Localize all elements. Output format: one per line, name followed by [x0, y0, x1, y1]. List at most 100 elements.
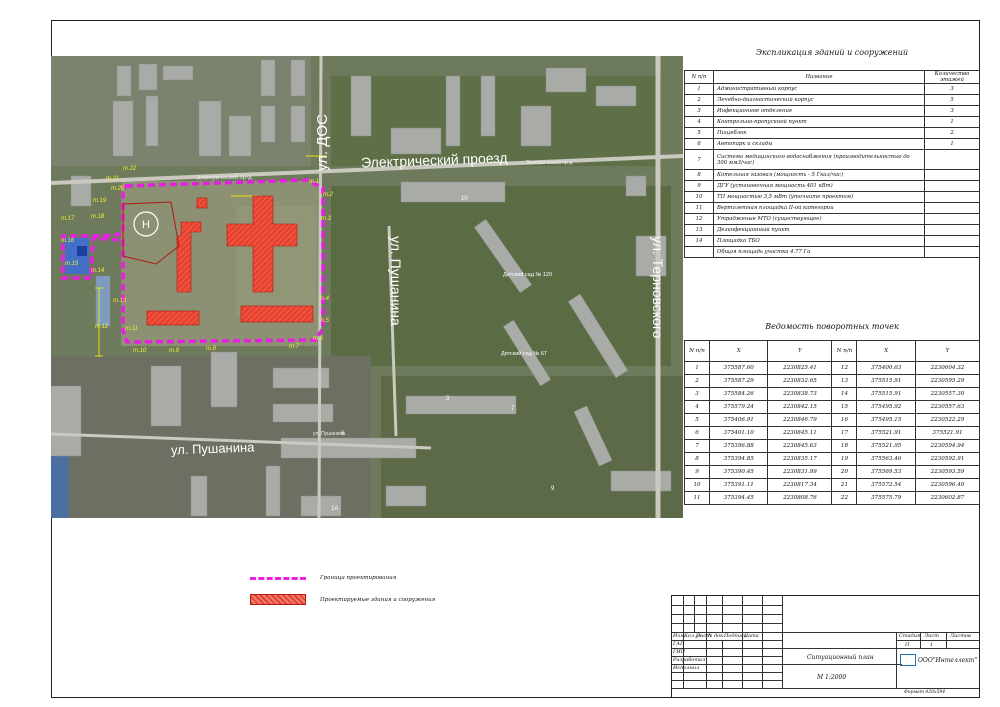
explication-name: Инфекционное отделение: [713, 105, 925, 117]
explication-floors: [924, 235, 980, 247]
street-label-dos: ул. ДОС: [314, 114, 331, 171]
turning-point-row: 5 375406.91 2230846.79 16 375495.15 2230522.2…: [684, 413, 981, 427]
turning-point-cell: 3: [684, 387, 710, 401]
stamp-sheets-header: Листов: [950, 633, 971, 639]
turning-point-cell: 2: [684, 374, 710, 388]
turning-point-label: т.8: [206, 346, 216, 352]
turning-point-cell: 20: [831, 465, 858, 479]
turning-point-row: 7 375396.88 2230845.63 18 375521.95 2230594.9…: [684, 439, 981, 453]
turning-points-header-cell: Y: [767, 340, 833, 362]
explication-header-cell: Количество этажей: [924, 70, 980, 84]
turning-point-cell: 4: [684, 400, 710, 414]
turning-points-header-cell: N п/п: [684, 340, 710, 362]
turning-point-row: 10 375391.11 2230817.34 21 375572.54 2230596.…: [684, 478, 981, 492]
explication-floors: [924, 213, 980, 225]
turning-points-header-cell: Y: [914, 340, 981, 362]
explication-floors: [924, 246, 980, 258]
turning-point-label: т.9: [169, 348, 179, 354]
turning-point-label: т.20: [111, 186, 125, 192]
stamp-header-ndok: N док.: [708, 633, 725, 639]
turning-points-header-cell: X: [856, 340, 916, 362]
explication-row: 7 Система медицинского водоснабжения (про…: [684, 149, 980, 170]
explication-name: Лечебно-диагностический корпус: [713, 94, 925, 106]
explication-name: Вертолетная площадка II-ой категории: [713, 202, 925, 214]
turning-point-cell: 375579.24: [708, 400, 769, 414]
house-number: 1А: [331, 506, 339, 512]
turning-point-label: т.21: [106, 176, 120, 182]
explication-row: 9 ДГУ (установочная мощность 401 кВт): [684, 180, 980, 192]
turning-point-cell: 375394.45: [708, 491, 769, 505]
explication-name: Административный корпус: [713, 83, 925, 95]
turning-point-label: т.2: [323, 192, 333, 198]
turning-point-cell: 2230846.79: [767, 413, 833, 427]
explication-num: 13: [684, 224, 714, 236]
house-number: 3: [446, 396, 450, 402]
turning-points-header-cell: N п/п: [831, 340, 858, 362]
explication-num: 3: [684, 105, 714, 117]
explication-row: 12 Утрадженые МТО (существующее): [684, 213, 980, 225]
stamp-scale: М 1:2000: [817, 674, 847, 681]
street-label-ternovskogo: ул. Терновского: [650, 236, 666, 339]
turning-point-cell: 375495.15: [856, 413, 916, 427]
turning-point-cell: 22: [831, 491, 858, 505]
turning-point-cell: 17: [831, 426, 858, 440]
explication-name: Дезинфекционный пункт: [713, 224, 925, 236]
street-label-elektricheskiy-small2: Электрический пр-д: [526, 160, 573, 166]
turning-point-label: т.7: [289, 344, 299, 350]
explication-row: 3 Инфекционное отделение 3: [684, 105, 980, 117]
explication-floors: [924, 169, 980, 181]
turning-point-cell: 375587.60: [708, 361, 769, 375]
aerial-map[interactable]: Н ул. ДОС Электрический проезд Электриче…: [51, 56, 683, 518]
stamp-header-data: Дата: [744, 633, 759, 639]
turning-point-cell: 2230825.41: [767, 361, 833, 375]
explication-row: 6 Автопарк и склады 1: [684, 138, 980, 150]
explication-row: Общая площадь участка 4.77 Га: [684, 246, 980, 258]
turning-point-cell: 375515.91: [856, 374, 916, 388]
kindergarten-120-label: Детский сад № 120: [503, 272, 553, 278]
turning-point-label: т.12: [95, 324, 109, 330]
house-number: 9: [551, 486, 555, 492]
explication-name: Автопарк и склады: [713, 138, 925, 150]
turning-point-row: 11 375394.45 2230808.76 22 375575.79 2230602.…: [684, 491, 981, 505]
turning-point-label: т.1: [309, 179, 319, 185]
explication-row: 11 Вертолетная площадка II-ой категории: [684, 202, 980, 214]
turning-point-cell: 375396.88: [708, 439, 769, 453]
turning-point-label: т.4: [319, 296, 329, 302]
turning-point-cell: 2230522.29: [914, 413, 981, 427]
turning-point-label: т.10: [133, 348, 147, 354]
turning-point-row: 2 375587.29 2230832.65 13 375515.91 2230595.2…: [684, 374, 981, 388]
turning-point-cell: 12: [831, 361, 858, 375]
turning-points-table: N п/п X Y N п/п X Y 1 375587.60 2230825.41…: [684, 340, 981, 505]
stamp-sheet: 1: [930, 642, 934, 648]
stamp-sheet-header: Лист: [924, 633, 939, 639]
explication-row: 10 ТП мощностью 3,5 мВт (уточните проекто…: [684, 191, 980, 203]
explication-header-cell: Название: [713, 70, 925, 84]
turning-point-cell: 2230557.63: [914, 400, 981, 414]
turning-point-cell: 2230842.15: [767, 400, 833, 414]
explication-header-row: N п/п Название Количество этажей: [684, 70, 980, 84]
turning-point-cell: 2230596.40: [914, 478, 981, 492]
stamp-stage: П: [905, 642, 910, 648]
stamp-format: Формат 420х594: [904, 690, 946, 695]
stamp-company: ООО"Интеллект": [918, 657, 978, 664]
explication-row: 13 Дезинфекционный пункт: [684, 224, 980, 236]
explication-num: 14: [684, 235, 714, 247]
turning-point-cell: 19: [831, 452, 858, 466]
turning-point-cell: 375575.79: [856, 491, 916, 505]
turning-point-row: 9 375390.45 2230831.99 20 375569.53 2230593.5…: [684, 465, 981, 479]
explication-table: N п/п Название Количество этажей 1 Админи…: [684, 70, 980, 258]
turning-point-cell: 2230838.73: [767, 387, 833, 401]
turning-point-cell: 375495.92: [856, 400, 916, 414]
explication-num: 6: [684, 138, 714, 150]
turning-point-label: т.6: [313, 336, 323, 342]
turning-point-cell: 9: [684, 465, 710, 479]
turning-point-label: т.19: [93, 198, 107, 204]
explication-floors: 3: [924, 105, 980, 117]
turning-point-cell: 6: [684, 426, 710, 440]
turning-point-label: т.16: [61, 238, 75, 244]
turning-point-cell: 2230593.59: [914, 465, 981, 479]
explication-name: Система медицинского водоснабжения (прои…: [713, 149, 925, 170]
explication-floors: 1: [924, 138, 980, 150]
turning-point-cell: 375406.91: [708, 413, 769, 427]
turning-points-header-cell: X: [708, 340, 769, 362]
